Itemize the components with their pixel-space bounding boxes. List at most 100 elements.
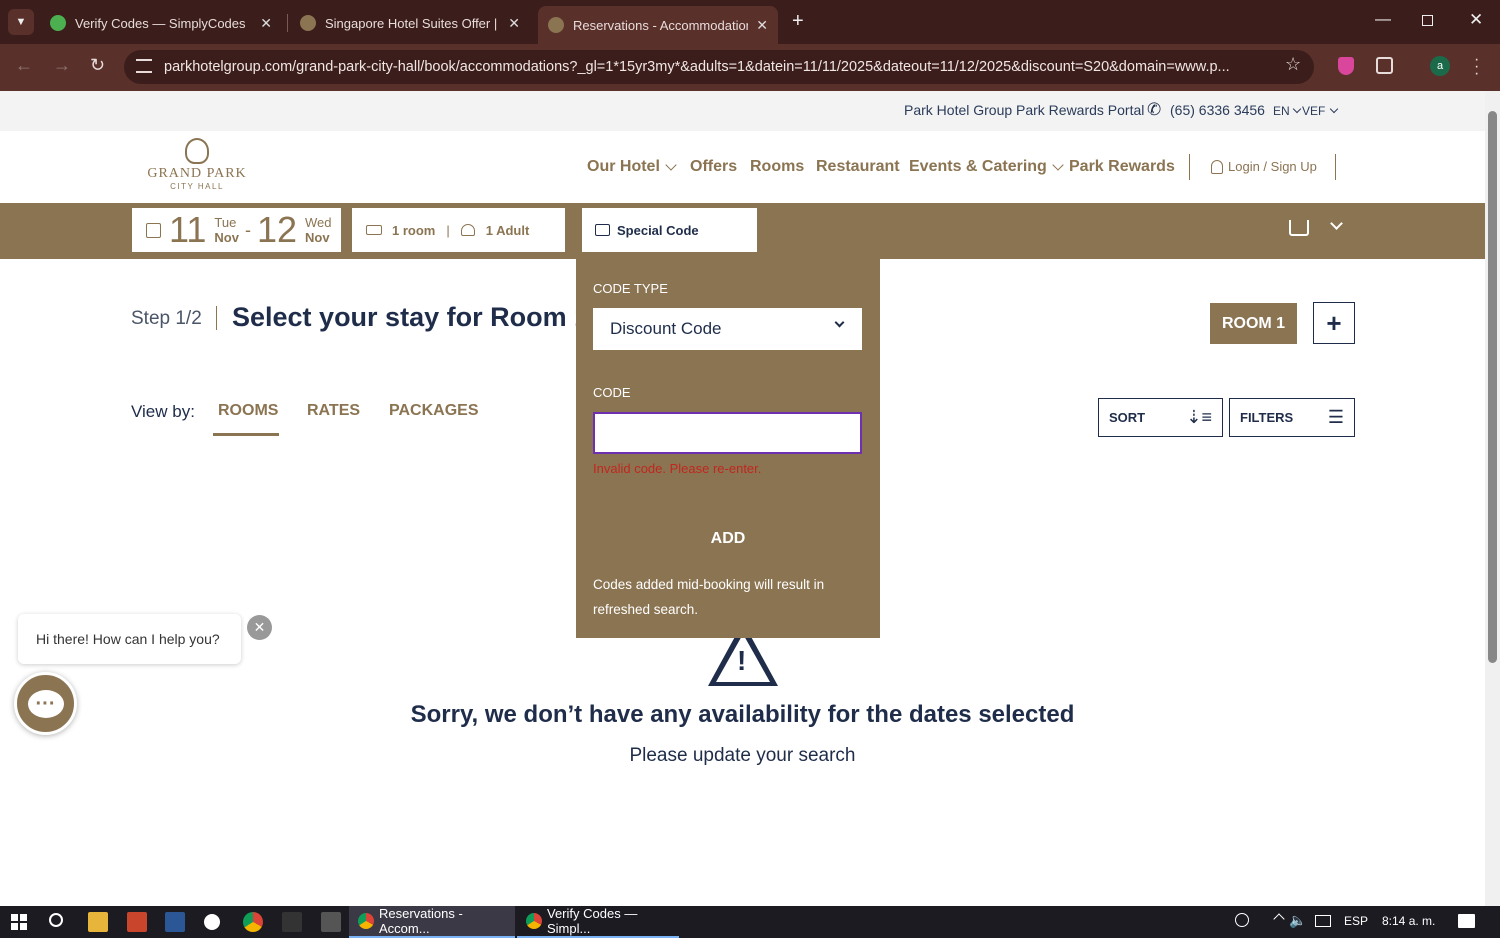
url-text: parkhotelgroup.com/grand-park-city-hall/… <box>164 59 1230 75</box>
code-type-select[interactable]: Discount Code <box>593 308 862 350</box>
tab-separator <box>287 14 288 32</box>
address-bar[interactable]: parkhotelgroup.com/grand-park-city-hall/… <box>124 50 1314 84</box>
chevron-down-icon <box>834 317 845 328</box>
checkin-mon: Nov <box>214 230 239 245</box>
close-window-icon[interactable]: ✕ <box>1469 10 1483 30</box>
windows-taskbar <box>0 906 1500 938</box>
cart-icon[interactable] <box>1289 220 1309 236</box>
new-tab-icon[interactable]: + <box>792 10 804 33</box>
logo-name: GRAND PARK <box>147 166 247 181</box>
forward-arrow-icon[interactable]: → <box>53 55 71 76</box>
chevron-down-icon <box>1292 104 1301 114</box>
notifications-icon[interactable] <box>1458 914 1475 928</box>
back-arrow-icon[interactable]: ← <box>15 55 33 76</box>
park-rewards-portal-link[interactable]: Park Rewards Portal <box>1016 102 1144 118</box>
special-code-toggle[interactable]: Special Code <box>582 208 757 252</box>
language-value: EN <box>1273 104 1290 118</box>
code-input[interactable] <box>593 412 862 454</box>
chat-launcher-button[interactable]: ··· <box>14 672 77 735</box>
profile-avatar[interactable]: a <box>1430 56 1450 76</box>
chrome-icon[interactable] <box>243 912 263 932</box>
app-icon[interactable] <box>321 912 341 932</box>
login-link[interactable]: Login / Sign Up <box>1211 159 1317 174</box>
currency-select[interactable]: VEF <box>1302 104 1339 118</box>
browser-tab-singapore-offer[interactable]: Singapore Hotel Suites Offer | G ✕ <box>290 8 530 38</box>
nav-restaurant[interactable]: Restaurant <box>816 158 900 176</box>
powerpoint-icon[interactable] <box>127 912 147 932</box>
add-room-button[interactable]: + <box>1313 302 1355 344</box>
add-code-button[interactable]: ADD <box>576 530 880 548</box>
date-picker[interactable]: 11 Tue Nov - 12 Wed Nov <box>132 208 341 252</box>
file-explorer-icon[interactable] <box>88 912 108 932</box>
nav-offers[interactable]: Offers <box>690 158 737 176</box>
app-icon[interactable] <box>282 912 302 932</box>
nav-our-hotel[interactable]: Our Hotel <box>587 158 677 176</box>
language-select[interactable]: EN <box>1273 104 1301 118</box>
close-tab-icon[interactable]: ✕ <box>508 15 520 32</box>
taskbar-app-verify-codes[interactable]: Verify Codes — Simpl... <box>517 906 679 938</box>
search-icon[interactable] <box>49 913 63 927</box>
tab-title: Singapore Hotel Suites Offer | G <box>325 15 501 31</box>
tab-rates[interactable]: RATES <box>307 402 360 420</box>
site-info-icon[interactable] <box>136 59 152 73</box>
minimize-window-icon[interactable]: — <box>1375 11 1391 29</box>
bookmark-star-icon[interactable]: ☆ <box>1285 54 1301 75</box>
chevron-down-icon <box>1330 104 1339 114</box>
scrollbar-thumb[interactable] <box>1488 111 1497 663</box>
checkin-dow: Tue <box>214 215 237 230</box>
reload-icon[interactable]: ↻ <box>90 55 105 76</box>
tab-packages[interactable]: PACKAGES <box>389 402 479 420</box>
restore-window-icon[interactable] <box>1422 15 1433 26</box>
page-scrollbar[interactable] <box>1485 91 1500 906</box>
chat-close-icon[interactable]: ✕ <box>247 615 272 640</box>
filters-button[interactable]: FILTERS ☰ <box>1229 398 1355 437</box>
nav-events[interactable]: Events & Catering <box>909 158 1064 176</box>
calendar-icon <box>146 222 161 238</box>
people-icon[interactable] <box>1235 913 1249 927</box>
tab-list-button[interactable]: ▼ <box>8 9 34 35</box>
no-availability-message: Sorry, we don’t have any availability fo… <box>410 701 1075 728</box>
nav-divider <box>1189 154 1190 180</box>
date-separator: - <box>244 219 251 240</box>
tab-title: Reservations - Accommodation <box>573 17 749 33</box>
sliders-icon: ☰ <box>1327 407 1344 427</box>
chat-greeting-bubble[interactable]: Hi there! How can I help you? <box>18 614 241 664</box>
crest-icon <box>185 138 209 164</box>
extension-shield-icon[interactable] <box>1338 57 1354 75</box>
extensions-puzzle-icon[interactable] <box>1376 57 1393 74</box>
browser-tab-reservations[interactable]: Reservations - Accommodation ✕ <box>538 6 778 44</box>
app-icon[interactable] <box>204 914 220 930</box>
currency-value: VEF <box>1302 104 1326 118</box>
chat-bubble-icon: ··· <box>27 689 64 718</box>
room-1-button[interactable]: ROOM 1 <box>1210 303 1297 344</box>
input-language[interactable]: ESP <box>1344 914 1368 928</box>
phone-number-link[interactable]: (65) 6336 3456 <box>1170 102 1265 118</box>
checkin-day: 11 <box>169 209 207 250</box>
close-tab-icon[interactable]: ✕ <box>260 15 272 32</box>
browser-menu-icon[interactable]: · · · <box>1474 52 1479 82</box>
filters-label: FILTERS <box>1240 410 1294 425</box>
chevron-down-icon <box>1052 159 1064 171</box>
park-hotel-group-link[interactable]: Park Hotel Group <box>904 102 1012 118</box>
rooms-count: 1 room <box>392 222 436 238</box>
nav-label: Events & Catering <box>909 158 1047 175</box>
room-guest-selector[interactable]: 1 room | 1 Adult <box>352 208 565 252</box>
tab-rooms[interactable]: ROOMS <box>218 402 278 420</box>
word-icon[interactable] <box>165 912 185 932</box>
step-indicator: Step 1/2 <box>131 308 202 329</box>
warning-mark: ! <box>737 645 747 676</box>
nav-rooms[interactable]: Rooms <box>750 158 804 176</box>
sort-button[interactable]: SORT ⇣≡ <box>1098 398 1223 437</box>
taskbar-app-reservations[interactable]: Reservations - Accom... <box>349 906 515 938</box>
network-icon[interactable] <box>1315 915 1331 927</box>
nav-park-rewards[interactable]: Park Rewards <box>1069 158 1175 176</box>
clock[interactable]: 8:14 a. m. <box>1382 914 1435 928</box>
checkout-dow: Wed <box>304 215 332 230</box>
bed-icon <box>366 225 382 235</box>
windows-start-icon[interactable] <box>11 914 27 930</box>
volume-icon[interactable]: 🔈 <box>1289 912 1306 929</box>
hotel-logo[interactable]: GRAND PARK CITY HALL <box>146 138 248 194</box>
close-tab-icon[interactable]: ✕ <box>756 17 768 34</box>
browser-tab-verify-codes[interactable]: Verify Codes — SimplyCodes ✕ <box>40 8 282 38</box>
login-label: Login / Sign Up <box>1228 159 1317 174</box>
